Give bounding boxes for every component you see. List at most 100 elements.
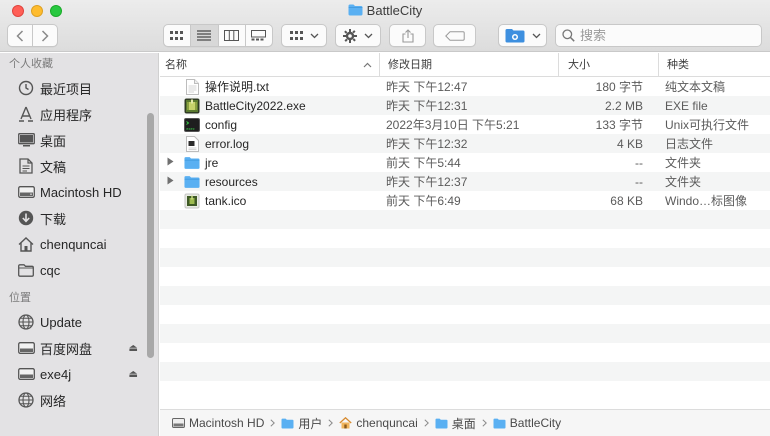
- empty-row: [160, 210, 770, 229]
- globe-icon: [17, 391, 35, 409]
- column-header-name[interactable]: 名称: [160, 53, 379, 77]
- svg-text:exec: exec: [186, 127, 195, 131]
- sidebar-item[interactable]: chenquncai: [0, 231, 158, 257]
- harddisk-icon: [172, 417, 185, 429]
- sidebar-scrollbar[interactable]: [147, 113, 154, 358]
- file-date: 昨天 下午12:32: [386, 137, 468, 151]
- file-row[interactable]: error.log 昨天 下午12:32 4 KB 日志文件: [160, 134, 770, 153]
- file-kind: 文件夹: [665, 175, 702, 189]
- clock-icon: [17, 79, 35, 97]
- sidebar-item-label: 应用程序: [40, 107, 93, 123]
- sidebar-item-label: 桌面: [40, 133, 67, 149]
- sidebar: 个人收藏 最近项目 应用程序 桌面 文稿 Macintosh HD 下载 chenquncai…: [0, 53, 159, 436]
- file-kind: Unix可执行文件: [665, 118, 750, 132]
- sidebar-item[interactable]: 最近项目: [0, 75, 158, 101]
- sidebar-item-label: Macintosh HD: [40, 184, 122, 200]
- file-name: BattleCity2022.exe: [205, 98, 306, 113]
- path-crumb-label: chenquncai: [356, 416, 418, 430]
- file-date: 昨天 下午12:47: [386, 80, 468, 94]
- download-icon: [17, 209, 35, 227]
- harddisk-icon: [17, 183, 35, 201]
- file-row[interactable]: 操作说明.txt 昨天 下午12:47 180 字节 纯文本文稿: [160, 77, 770, 96]
- sidebar-item[interactable]: 网络: [0, 387, 158, 413]
- file-name: error.log: [205, 136, 250, 151]
- home-icon: [17, 235, 35, 253]
- sidebar-item[interactable]: Macintosh HD: [0, 179, 158, 205]
- column-header-size-label: 大小: [568, 58, 590, 71]
- title-bar: BattleCity: [0, 0, 770, 52]
- tag-button[interactable]: [433, 24, 476, 47]
- path-crumb[interactable]: 桌面: [435, 415, 476, 432]
- grid-icon: [170, 30, 184, 40]
- sidebar-item[interactable]: 桌面: [0, 127, 158, 153]
- eject-icon[interactable]: ⏏: [129, 369, 138, 380]
- action-menu-button[interactable]: [335, 24, 381, 47]
- file-row[interactable]: resources 昨天 下午12:37 -- 文件夹: [160, 172, 770, 191]
- sidebar-item-label: Update: [40, 314, 82, 330]
- file-name: tank.ico: [205, 193, 247, 208]
- empty-row: [160, 324, 770, 343]
- empty-row: [160, 381, 770, 400]
- sidebar-item[interactable]: 百度网盘 ⏏: [0, 335, 158, 361]
- column-view-button[interactable]: [217, 25, 245, 46]
- folder-icon: [348, 4, 363, 16]
- sidebar-item[interactable]: 下载: [0, 205, 158, 231]
- file-name-cell: exec config: [160, 117, 382, 133]
- eject-icon[interactable]: ⏏: [129, 343, 138, 354]
- gallery-view-button[interactable]: [244, 25, 272, 46]
- file-date: 2022年3月10日 下午5:21: [386, 118, 520, 132]
- sidebar-item[interactable]: Update: [0, 309, 158, 335]
- file-name-cell: tank.ico: [160, 193, 382, 209]
- path-crumb[interactable]: Macintosh HD: [172, 416, 264, 430]
- search-input[interactable]: [580, 28, 750, 43]
- folder-icon: [184, 174, 200, 190]
- folder-icon: [435, 417, 448, 429]
- forward-button[interactable]: [32, 25, 57, 46]
- sidebar-item-label: 文稿: [40, 159, 67, 175]
- terminal-icon: exec: [184, 117, 200, 133]
- file-row[interactable]: BattleCity2022.exe 昨天 下午12:31 2.2 MB EXE fi…: [160, 96, 770, 115]
- path-crumb[interactable]: 用户: [281, 415, 322, 432]
- file-list: 名称 修改日期 大小 种类 操作说明.txt 昨天 下午12:47 180 字节 纯文…: [160, 53, 770, 408]
- file-date: 昨天 下午12:37: [386, 175, 468, 189]
- empty-row: [160, 248, 770, 267]
- file-kind: 日志文件: [665, 137, 714, 151]
- column-header-date[interactable]: 修改日期: [379, 53, 558, 77]
- disclosure-triangle-icon[interactable]: [167, 157, 174, 168]
- file-kind: 纯文本文稿: [665, 80, 726, 94]
- path-crumb[interactable]: chenquncai: [339, 416, 418, 430]
- sidebar-item[interactable]: 文稿: [0, 153, 158, 179]
- list-view-button[interactable]: [190, 25, 218, 46]
- back-button[interactable]: [8, 25, 32, 46]
- sidebar-item[interactable]: cqc: [0, 257, 158, 283]
- folder-options-button[interactable]: [498, 24, 547, 47]
- file-row[interactable]: jre 前天 下午5:44 -- 文件夹: [160, 153, 770, 172]
- icon-view-button[interactable]: [164, 25, 190, 46]
- path-crumb[interactable]: BattleCity: [493, 416, 561, 430]
- empty-row: [160, 229, 770, 248]
- empty-row: [160, 362, 770, 381]
- tag-icon: [444, 30, 465, 41]
- file-name: 操作说明.txt: [205, 80, 270, 94]
- sort-ascending-icon: [363, 53, 372, 77]
- sidebar-item-label: 下载: [40, 211, 67, 227]
- sidebar-item-label: exe4j: [40, 366, 72, 382]
- file-name: resources: [205, 174, 258, 189]
- column-header-kind-label: 种类: [667, 58, 689, 71]
- image-icon: [184, 193, 200, 209]
- column-header-size[interactable]: 大小: [558, 53, 658, 77]
- list-icon: [197, 30, 212, 41]
- file-row[interactable]: exec config 2022年3月10日 下午5:21 133 字节 Unix可执行…: [160, 115, 770, 134]
- empty-row: [160, 267, 770, 286]
- sidebar-item[interactable]: 应用程序: [0, 101, 158, 127]
- share-button[interactable]: [389, 24, 426, 47]
- file-row[interactable]: tank.ico 前天 下午6:49 68 KB Windo…标图像: [160, 191, 770, 210]
- window-title: BattleCity: [0, 3, 770, 18]
- file-name-cell: error.log: [160, 135, 382, 152]
- column-header-kind[interactable]: 种类: [658, 53, 770, 77]
- search-field: [555, 24, 762, 47]
- group-by-button[interactable]: [281, 24, 327, 47]
- sidebar-item[interactable]: exe4j ⏏: [0, 361, 158, 387]
- disclosure-triangle-icon[interactable]: [167, 176, 174, 187]
- file-date: 前天 下午5:44: [386, 156, 461, 170]
